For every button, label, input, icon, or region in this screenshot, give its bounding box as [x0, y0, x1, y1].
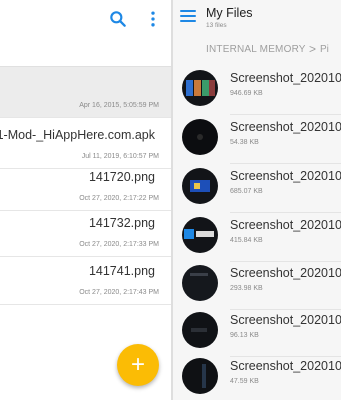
add-icon: +	[130, 351, 145, 378]
list-item[interactable]: 141732.png Oct 27, 2020, 2:17:33 PM	[0, 206, 171, 257]
file-name: Screenshot_2020102	[230, 266, 341, 280]
file-name: Screenshot_2020102	[230, 71, 341, 85]
right-header: My Files 13 files	[173, 0, 341, 36]
file-name: .1-Mod-_HiAppHere.com.apk	[0, 128, 155, 142]
file-date: Oct 27, 2020, 2:17:22 PM	[79, 195, 159, 202]
file-name: Screenshot_2020102	[230, 359, 341, 373]
file-thumbnail	[182, 312, 218, 348]
more-vert-icon[interactable]	[143, 9, 163, 29]
page-title: My Files	[206, 6, 253, 20]
file-size: 415.84 KB	[230, 237, 263, 244]
file-name: Screenshot_2020102	[230, 218, 341, 232]
file-name: 141732.png	[88, 216, 155, 230]
list-item[interactable]: Apr 16, 2015, 5:05:59 PM	[0, 67, 171, 118]
file-name: 141741.png	[88, 264, 155, 278]
file-size: 685.07 KB	[230, 188, 263, 195]
file-size: 946.69 KB	[230, 90, 263, 97]
chevron-right-icon: >	[309, 42, 317, 56]
file-thumbnail	[182, 217, 218, 253]
list-item[interactable]: Screenshot_2020102 47.59 KB	[173, 354, 341, 400]
file-size: 96.13 KB	[230, 332, 259, 339]
search-icon[interactable]	[108, 9, 128, 29]
list-item[interactable]: 141741.png Oct 27, 2020, 2:17:43 PM	[0, 254, 171, 305]
list-item[interactable]: Screenshot_2020102 96.13 KB	[173, 308, 341, 357]
file-count: 13 files	[206, 22, 227, 29]
hamburger-menu-icon[interactable]	[180, 10, 196, 22]
file-date: Oct 27, 2020, 2:17:43 PM	[79, 289, 159, 296]
left-pane: Apr 16, 2015, 5:05:59 PM .1-Mod-_HiAppHe…	[0, 0, 171, 400]
file-thumbnail	[182, 358, 218, 394]
breadcrumb: INTERNAL MEMORY > Pi	[173, 38, 341, 60]
file-size: 54.38 KB	[230, 139, 259, 146]
file-date: Oct 27, 2020, 2:17:33 PM	[79, 241, 159, 248]
right-pane: My Files 13 files INTERNAL MEMORY > Pi S…	[173, 0, 341, 400]
list-item[interactable]: Screenshot_2020102 685.07 KB	[173, 164, 341, 213]
breadcrumb-internal-memory[interactable]: INTERNAL MEMORY	[206, 44, 306, 55]
list-item[interactable]: Screenshot_2020102 946.69 KB	[173, 66, 341, 115]
list-item[interactable]: Screenshot_2020102 415.84 KB	[173, 213, 341, 262]
file-thumbnail	[182, 265, 218, 301]
list-item[interactable]: Screenshot_2020102 293.98 KB	[173, 261, 341, 310]
file-date: Jul 11, 2019, 6:10:57 PM	[81, 153, 159, 160]
file-name: Screenshot_2020102	[230, 120, 341, 134]
file-size: 293.98 KB	[230, 285, 263, 292]
add-button[interactable]: +	[117, 344, 159, 386]
file-thumbnail	[182, 168, 218, 204]
file-thumbnail	[182, 70, 218, 106]
left-toolbar	[0, 0, 171, 66]
breadcrumb-pictures[interactable]: Pi	[320, 44, 329, 55]
file-thumbnail	[182, 119, 218, 155]
list-item[interactable]: Screenshot_2020102 54.38 KB	[173, 115, 341, 164]
file-size: 47.59 KB	[230, 378, 259, 385]
file-name: Screenshot_2020102	[230, 313, 341, 327]
file-name: 141720.png	[88, 170, 155, 184]
list-item[interactable]: 141720.png Oct 27, 2020, 2:17:22 PM	[0, 160, 171, 211]
file-name: Screenshot_2020102	[230, 169, 341, 183]
file-date: Apr 16, 2015, 5:05:59 PM	[79, 102, 159, 109]
